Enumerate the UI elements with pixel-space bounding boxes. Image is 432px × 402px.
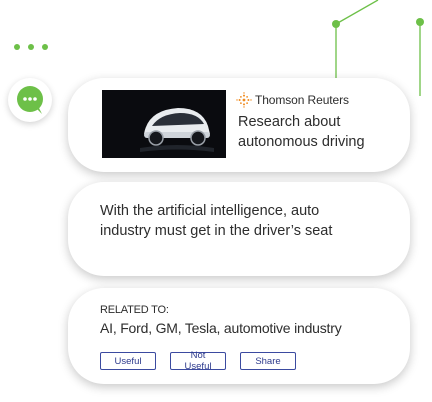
quote-card[interactable]: With the artificial intelligence, auto i… <box>68 182 410 276</box>
related-tags: AI, Ford, GM, Tesla, automotive industry <box>100 320 342 336</box>
chat-bubble-icon[interactable] <box>8 78 52 122</box>
headline-line: Research about <box>238 114 341 130</box>
useful-button[interactable]: Useful <box>100 352 156 370</box>
quote-line: industry must get in the driver’s seat <box>100 223 333 239</box>
more-dots-icon[interactable] <box>14 44 48 50</box>
source-name: Thomson Reuters <box>255 93 349 107</box>
feedback-actions: Useful Not Useful Share <box>100 350 310 372</box>
related-card: RELATED TO: AI, Ford, GM, Tesla, automot… <box>68 288 410 384</box>
quote-text: With the artificial intelligence, auto i… <box>100 201 400 241</box>
article-thumbnail <box>102 90 226 158</box>
headline-line: autonomous driving <box>238 134 365 150</box>
article-card[interactable]: Thomson Reuters Research about autonomou… <box>68 78 410 172</box>
share-button[interactable]: Share <box>240 352 296 370</box>
article-source: Thomson Reuters <box>236 92 349 108</box>
thomson-reuters-logo <box>236 92 252 108</box>
related-label: RELATED TO: <box>100 304 169 316</box>
dot <box>28 44 34 50</box>
quote-line: With the artificial intelligence, auto <box>100 203 320 219</box>
dot <box>14 44 20 50</box>
dot <box>42 44 48 50</box>
article-headline[interactable]: Research about autonomous driving <box>238 112 403 152</box>
not-useful-button[interactable]: Not Useful <box>170 350 226 372</box>
